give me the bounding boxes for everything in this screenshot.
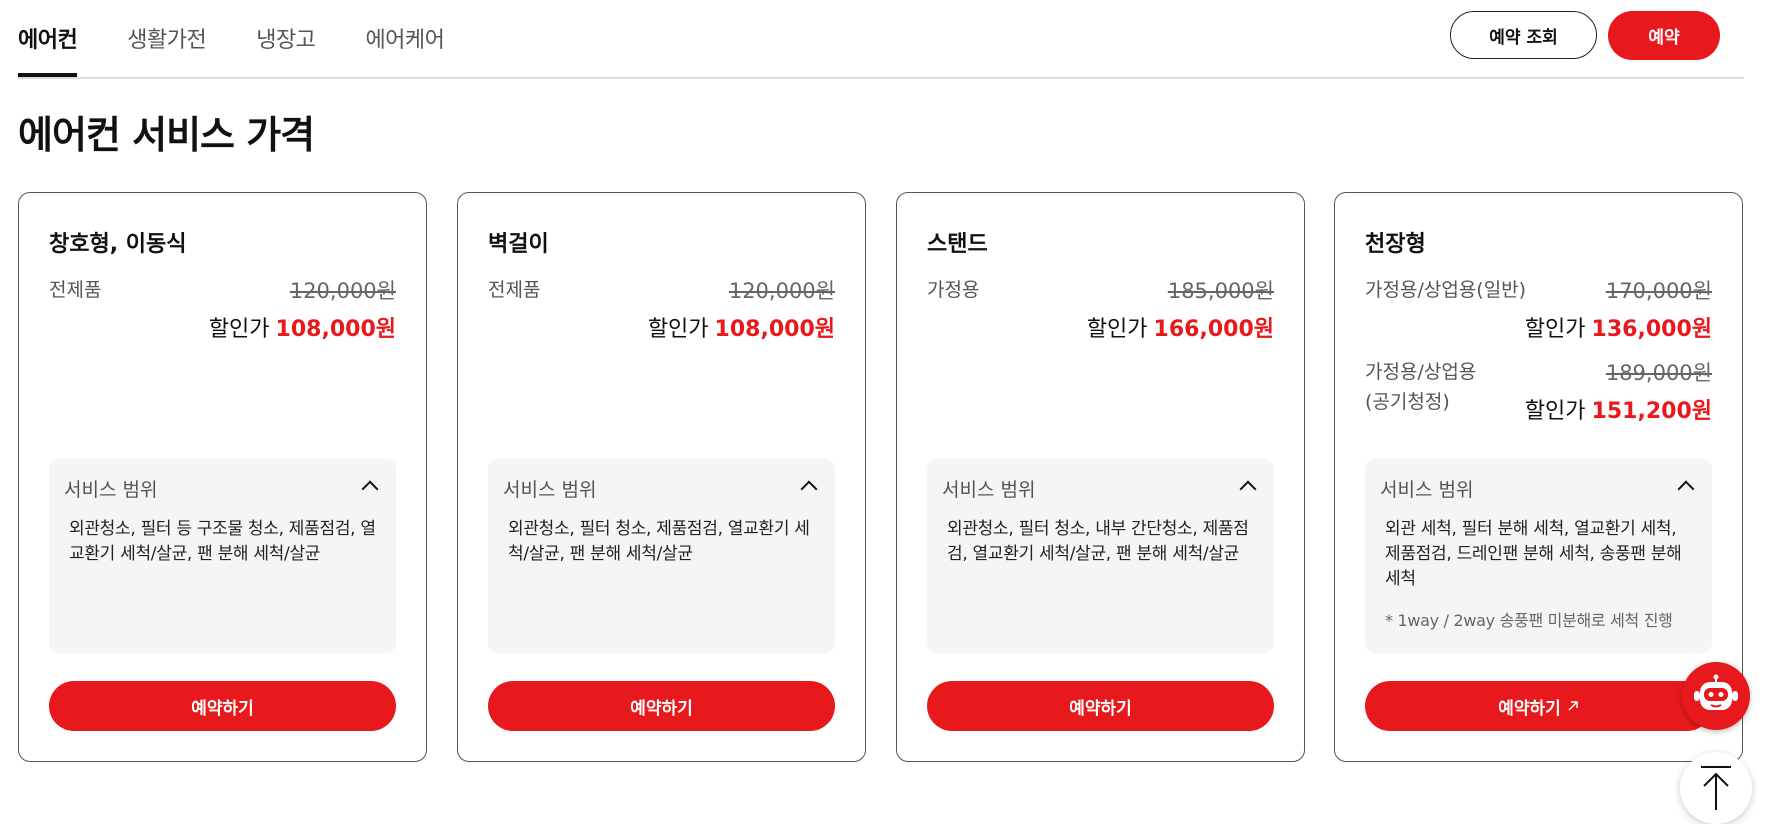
discount-price: 할인가 136,000원 bbox=[1525, 311, 1712, 343]
original-price: 189,000원 bbox=[1605, 361, 1712, 385]
service-scope-title: 서비스 범위 bbox=[64, 479, 158, 501]
service-scope-title: 서비스 범위 bbox=[1380, 479, 1474, 501]
chatbot-robot-icon[interactable] bbox=[1682, 662, 1750, 730]
scroll-to-top-button[interactable] bbox=[1680, 752, 1752, 824]
chevron-up-icon[interactable] bbox=[1239, 480, 1257, 498]
category-tabs: 에어컨 생활가전 냉장고 에어케어 bbox=[18, 22, 494, 77]
external-link-icon bbox=[1567, 700, 1579, 712]
discount-amount: 108,000원 bbox=[714, 317, 835, 342]
discount-amount: 151,200원 bbox=[1591, 399, 1712, 424]
reservation-lookup-button[interactable]: 예약 조회 bbox=[1450, 11, 1597, 59]
book-button-external[interactable]: 예약하기 bbox=[1365, 681, 1712, 731]
discount-price: 할인가 108,000원 bbox=[648, 311, 835, 343]
chevron-up-icon[interactable] bbox=[800, 480, 818, 498]
discount-amount: 108,000원 bbox=[275, 317, 396, 342]
discount-amount: 136,000원 bbox=[1591, 317, 1712, 342]
original-price: 185,000원 bbox=[1167, 279, 1274, 303]
discount-amount: 166,000원 bbox=[1153, 317, 1274, 342]
price-card-ceiling: 천장형 가정용/상업용(일반) 170,000원 할인가 136,000원 가정용… bbox=[1334, 192, 1743, 762]
discount-price: 할인가 151,200원 bbox=[1525, 393, 1712, 425]
original-price: 120,000원 bbox=[289, 279, 396, 303]
service-scope-panel[interactable]: 서비스 범위 외관청소, 필터 청소, 내부 간단청소, 제품점검, 열교환기 … bbox=[927, 459, 1274, 653]
service-scope-text: 외관청소, 필터 등 구조물 청소, 제품점검, 열교환기 세척/살균, 팬 분… bbox=[69, 519, 376, 564]
price-card-window-portable: 창호형, 이동식 전제품 120,000원 할인가 108,000원 서비스 범위… bbox=[18, 192, 427, 762]
discount-prefix: 할인가 bbox=[1086, 317, 1148, 342]
service-scope-text: 외관청소, 필터 청소, 내부 간단청소, 제품점검, 열교환기 세척/살균, … bbox=[947, 519, 1249, 564]
service-scope-title: 서비스 범위 bbox=[503, 479, 597, 501]
book-button[interactable]: 예약하기 bbox=[49, 681, 396, 731]
price-label: 가정용/상업용(일반) bbox=[1365, 279, 1527, 301]
service-scope-panel[interactable]: 서비스 범위 외관청소, 필터 청소, 제품점검, 열교환기 세척/살균, 팬 … bbox=[488, 459, 835, 653]
price-card-stand: 스탠드 가정용 185,000원 할인가 166,000원 서비스 범위 외관청소… bbox=[896, 192, 1305, 762]
price-label: 가정용 bbox=[927, 279, 980, 301]
card-title: 스탠드 bbox=[927, 232, 988, 257]
discount-prefix: 할인가 bbox=[647, 317, 709, 342]
discount-prefix: 할인가 bbox=[208, 317, 270, 342]
price-label: 전제품 bbox=[49, 279, 102, 301]
discount-price: 할인가 166,000원 bbox=[1087, 311, 1274, 343]
tab-aircare[interactable]: 에어케어 bbox=[365, 22, 444, 75]
arrow-up-icon bbox=[1699, 764, 1733, 814]
service-scope-panel[interactable]: 서비스 범위 외관청소, 필터 등 구조물 청소, 제품점검, 열교환기 세척/… bbox=[49, 459, 396, 653]
book-button[interactable]: 예약하기 bbox=[488, 681, 835, 731]
tab-living-appliances[interactable]: 생활가전 bbox=[127, 22, 206, 75]
book-button-label: 예약하기 bbox=[1498, 698, 1561, 719]
service-scope-panel[interactable]: 서비스 범위 외관 세척, 필터 분해 세척, 열교환기 세척, 제품점검, 드… bbox=[1365, 459, 1712, 653]
page-title: 에어컨 서비스 가격 bbox=[18, 113, 315, 157]
card-title: 창호형, 이동식 bbox=[49, 232, 187, 257]
discount-price: 할인가 108,000원 bbox=[209, 311, 396, 343]
card-title: 천장형 bbox=[1365, 232, 1426, 257]
service-scope-note: * 1way / 2way 송풍팬 미분해로 세척 진행 bbox=[1385, 611, 1673, 630]
card-title: 벽걸이 bbox=[488, 232, 549, 257]
chevron-up-icon[interactable] bbox=[361, 480, 379, 498]
reserve-button[interactable]: 예약 bbox=[1608, 11, 1720, 60]
original-price: 170,000원 bbox=[1605, 279, 1712, 303]
tab-aircon[interactable]: 에어컨 bbox=[18, 22, 78, 77]
original-price: 120,000원 bbox=[728, 279, 835, 303]
price-card-wall-mounted: 벽걸이 전제품 120,000원 할인가 108,000원 서비스 범위 외관청소… bbox=[457, 192, 866, 762]
discount-prefix: 할인가 bbox=[1524, 399, 1586, 424]
service-scope-text: 외관청소, 필터 청소, 제품점검, 열교환기 세척/살균, 팬 분해 세척/살… bbox=[508, 519, 810, 564]
discount-prefix: 할인가 bbox=[1524, 317, 1586, 342]
service-scope-title: 서비스 범위 bbox=[942, 479, 1036, 501]
price-label: 가정용/상업용 (공기청정) bbox=[1365, 361, 1477, 413]
service-scope-text: 외관 세척, 필터 분해 세척, 열교환기 세척, 제품점검, 드레인팬 분해 … bbox=[1385, 519, 1682, 589]
price-label: 전제품 bbox=[488, 279, 541, 301]
chevron-up-icon[interactable] bbox=[1677, 480, 1695, 498]
tab-refrigerator[interactable]: 냉장고 bbox=[256, 22, 316, 75]
book-button[interactable]: 예약하기 bbox=[927, 681, 1274, 731]
